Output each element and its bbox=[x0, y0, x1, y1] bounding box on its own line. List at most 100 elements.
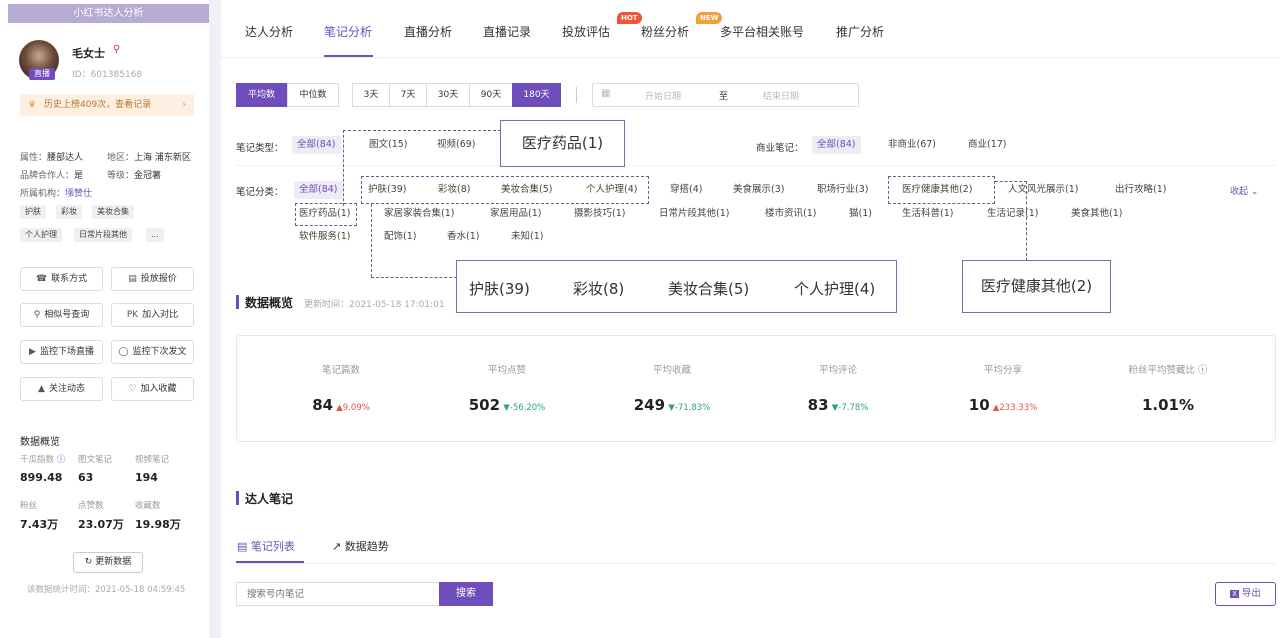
metric-value-wrap: 83 ▼-7.78% bbox=[778, 396, 898, 414]
category-item[interactable]: 家居用品(1) bbox=[485, 205, 546, 223]
attr-brand: 品牌合作人：是 bbox=[20, 171, 84, 181]
category-item[interactable]: 生活科普(1) bbox=[897, 205, 958, 223]
follow-button[interactable]: ▲ 关注动态 bbox=[20, 377, 103, 401]
note-type-image[interactable]: 图文(15) bbox=[364, 136, 413, 154]
metric-change: 9.09% bbox=[342, 403, 370, 413]
attr-level: 等级：金冠薯 bbox=[107, 171, 162, 181]
contact-button[interactable]: ☎ 联系方式 bbox=[20, 267, 103, 291]
metrics-panel bbox=[236, 335, 1276, 442]
category-item[interactable]: 未知(1) bbox=[506, 228, 548, 246]
metric-value: 84 bbox=[312, 396, 334, 414]
days-30[interactable]: 30天 bbox=[426, 83, 470, 107]
category-item[interactable]: 软件服务(1) bbox=[294, 228, 355, 246]
user-id: ID：601385168 bbox=[72, 70, 143, 80]
stat-label: 收藏数 bbox=[135, 501, 161, 511]
tag-more[interactable]: ... bbox=[146, 228, 164, 242]
quote-button[interactable]: ▤ 投放报价 bbox=[111, 267, 194, 291]
tab-talent-analysis[interactable]: 达人分析 bbox=[245, 23, 293, 40]
divider bbox=[236, 563, 1276, 564]
metric-value-wrap: 502 ▼-56.20% bbox=[447, 396, 567, 414]
favorite-button[interactable]: ♡ 加入收藏 bbox=[111, 377, 194, 401]
biz-commercial[interactable]: 商业(17) bbox=[963, 136, 1012, 154]
monitor-post-button[interactable]: ◯ 监控下次发文 bbox=[111, 340, 194, 364]
note-type-video[interactable]: 视频(69) bbox=[432, 136, 481, 154]
category-item[interactable]: 猫(1) bbox=[844, 205, 877, 223]
tab-data-trend[interactable]: ↗ 数据趋势 bbox=[332, 538, 389, 554]
annotation-highlight-health bbox=[888, 176, 995, 204]
pk-icon: PK bbox=[126, 310, 139, 320]
tag[interactable]: 护肤 bbox=[20, 205, 46, 219]
category-item[interactable]: 生活记录(1) bbox=[982, 205, 1043, 223]
biz-all[interactable]: 全部(84) bbox=[812, 136, 861, 154]
callout-item: 个人护理(4) bbox=[794, 280, 876, 298]
category-item[interactable]: 美食展示(3) bbox=[728, 181, 789, 199]
category-item[interactable]: 出行攻略(1) bbox=[1110, 181, 1171, 199]
category-item[interactable]: 职场行业(3) bbox=[812, 181, 873, 199]
similar-button[interactable]: ⚲ 相似号查询 bbox=[20, 303, 103, 327]
date-range-picker[interactable]: ▦ 开始日期 至 结束日期 bbox=[592, 83, 859, 107]
days-3[interactable]: 3天 bbox=[352, 83, 390, 107]
category-all[interactable]: 全部(84) bbox=[294, 181, 343, 199]
history-rank-link[interactable]: ♛ 历史上榜409次，查看记录 › bbox=[20, 94, 194, 116]
category-item[interactable]: 配饰(1) bbox=[379, 228, 421, 246]
stat-label: 图文笔记 bbox=[78, 455, 113, 465]
avg-toggle[interactable]: 平均数 bbox=[236, 83, 287, 107]
search-button[interactable]: 搜索 bbox=[439, 582, 493, 606]
notes-section-title: 达人笔记 bbox=[245, 492, 294, 506]
section-bar bbox=[236, 491, 239, 505]
tag[interactable]: 日常片段其他 bbox=[74, 228, 132, 242]
collapse-toggle[interactable]: 收起 ⌄ bbox=[1230, 184, 1258, 197]
tag[interactable]: 个人护理 bbox=[20, 228, 62, 242]
calendar-icon: ▦ bbox=[601, 88, 611, 99]
refresh-button[interactable]: ↻ 更新数据 bbox=[73, 552, 143, 573]
note-type-all[interactable]: 全部(84) bbox=[292, 136, 341, 154]
tab-live-records[interactable]: 直播记录 bbox=[483, 23, 531, 40]
category-item[interactable]: 日常片段其他(1) bbox=[654, 205, 734, 223]
compare-button[interactable]: PK 加入对比 bbox=[111, 303, 194, 327]
tab-fan-analysis[interactable]: 粉丝分析 bbox=[641, 23, 689, 40]
annotation-highlight-group bbox=[361, 176, 649, 204]
category-item[interactable]: 楼市资讯(1) bbox=[760, 205, 821, 223]
stat-label: 粉丝 bbox=[20, 501, 38, 511]
category-item[interactable]: 美食其他(1) bbox=[1066, 205, 1127, 223]
sidebar-header: 小红书达人分析 bbox=[8, 4, 209, 23]
refresh-icon: ↻ bbox=[84, 557, 93, 567]
median-toggle[interactable]: 中位数 bbox=[287, 83, 339, 107]
annotation-line bbox=[343, 130, 344, 206]
section-bar bbox=[236, 295, 239, 309]
days-180[interactable]: 180天 bbox=[512, 83, 561, 107]
tab-promotion[interactable]: 推广分析 bbox=[836, 23, 884, 40]
nav-divider bbox=[221, 57, 1280, 58]
biz-non-commercial[interactable]: 非商业(67) bbox=[883, 136, 941, 154]
overview-section-title: 数据概览 bbox=[245, 296, 294, 310]
end-date[interactable]: 结束日期 bbox=[763, 89, 799, 102]
tag[interactable]: 彩妆 bbox=[56, 205, 82, 219]
category-item[interactable]: 摄影技巧(1) bbox=[569, 205, 630, 223]
tab-multiplatform[interactable]: 多平台相关账号 bbox=[720, 23, 804, 40]
divider bbox=[236, 165, 1276, 166]
callout-group: 护肤(39) 彩妆(8) 美妆合集(5) 个人护理(4) bbox=[456, 260, 897, 313]
pin-icon[interactable]: ⚲ bbox=[113, 44, 120, 55]
category-item[interactable]: 人文风光展示(1) bbox=[1003, 181, 1083, 199]
metric-label: 平均评论 bbox=[818, 365, 857, 376]
monitor-live-button[interactable]: ▶ 监控下场直播 bbox=[20, 340, 103, 364]
tab-note-analysis[interactable]: 笔记分析 bbox=[324, 23, 372, 40]
tag[interactable]: 美妆合集 bbox=[92, 205, 134, 219]
overview-title: 数据概览 bbox=[20, 437, 60, 448]
org-link[interactable]: 㙣赞仕 bbox=[65, 189, 92, 199]
category-item[interactable]: 穿搭(4) bbox=[665, 181, 707, 199]
divider bbox=[576, 87, 577, 103]
crown-icon: ♛ bbox=[28, 100, 37, 110]
note-search-input[interactable] bbox=[236, 582, 440, 606]
category-item[interactable]: 家居家装合集(1) bbox=[379, 205, 459, 223]
tab-ad-evaluation[interactable]: 投放评估 bbox=[562, 23, 610, 40]
metric-label: 粉丝平均赞藏比 ⓘ bbox=[1128, 365, 1208, 376]
category-item[interactable]: 香水(1) bbox=[442, 228, 484, 246]
days-90[interactable]: 90天 bbox=[469, 83, 513, 107]
tab-live-analysis[interactable]: 直播分析 bbox=[404, 23, 452, 40]
tag-icon: ▤ bbox=[128, 274, 137, 284]
tab-note-list[interactable]: ▤ 笔记列表 bbox=[237, 538, 295, 554]
start-date[interactable]: 开始日期 bbox=[645, 89, 681, 102]
days-7[interactable]: 7天 bbox=[389, 83, 427, 107]
export-button[interactable]: X 导出 bbox=[1215, 582, 1276, 606]
